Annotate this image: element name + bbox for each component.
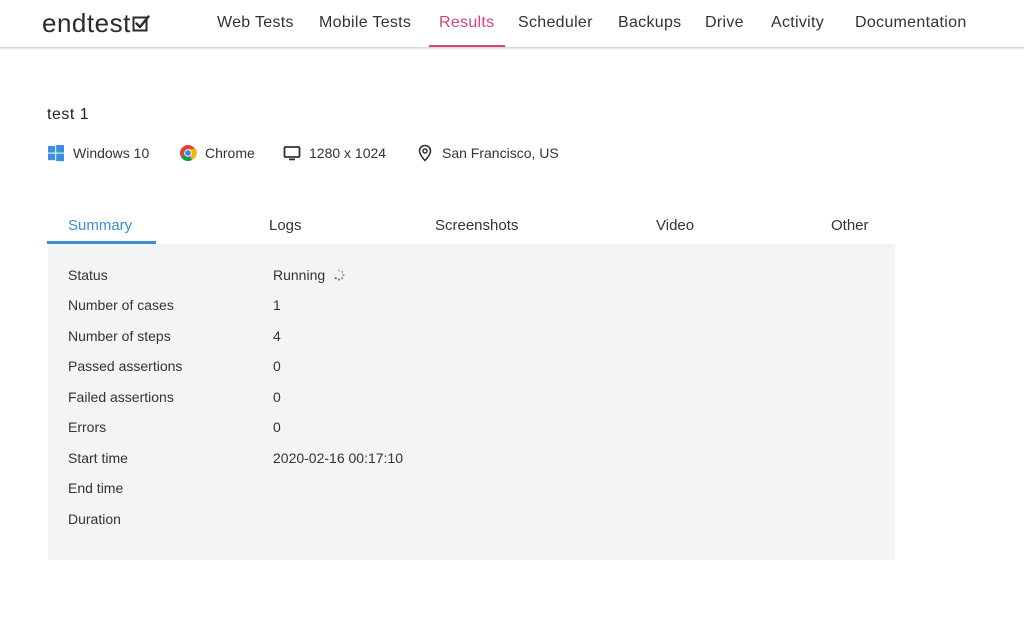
summary-key: Errors	[68, 419, 107, 435]
summary-panel: Status Running Number of cases 1 Number …	[48, 244, 895, 560]
windows-icon	[48, 145, 64, 162]
summary-value: 2020-02-16 00:17:10	[273, 450, 403, 466]
summary-value: 1	[273, 297, 281, 313]
endtest-logo[interactable]: endtest	[42, 8, 150, 38]
nav-drive[interactable]: Drive	[705, 14, 744, 32]
tab-summary[interactable]: Summary	[68, 217, 132, 234]
summary-row-status: Status Running	[48, 267, 895, 287]
env-location-label: San Francisco, US	[442, 145, 559, 161]
summary-row-steps: Number of steps 4	[48, 328, 895, 348]
summary-key: Status	[68, 267, 108, 283]
summary-key: Number of steps	[68, 328, 171, 344]
nav-activity[interactable]: Activity	[771, 14, 824, 32]
summary-row-end-time: End time	[48, 480, 895, 500]
env-resolution-label: 1280 x 1024	[309, 145, 387, 161]
summary-row-errors: Errors 0	[48, 419, 895, 439]
nav-documentation[interactable]: Documentation	[855, 14, 967, 32]
env-location: San Francisco, US	[416, 144, 559, 162]
active-nav-indicator	[429, 45, 505, 47]
nav-backups[interactable]: Backups	[618, 14, 681, 32]
logo-checkbox-icon	[132, 15, 150, 32]
tab-screenshots[interactable]: Screenshots	[435, 217, 518, 234]
summary-key: Duration	[68, 511, 121, 527]
monitor-icon	[283, 146, 301, 161]
summary-value: Running	[273, 267, 345, 283]
summary-value: 4	[273, 328, 281, 344]
loading-spinner-icon	[333, 269, 345, 281]
test-title: test 1	[47, 106, 90, 123]
chrome-icon	[180, 145, 197, 161]
summary-key: Number of cases	[68, 297, 174, 313]
summary-row-failed-assertions: Failed assertions 0	[48, 389, 895, 409]
summary-key: Failed assertions	[68, 389, 174, 405]
logo-text: endtest	[42, 7, 131, 38]
tab-logs[interactable]: Logs	[269, 217, 302, 234]
summary-row-passed-assertions: Passed assertions 0	[48, 358, 895, 378]
env-os: Windows 10	[47, 144, 149, 162]
nav-mobile-tests[interactable]: Mobile Tests	[319, 14, 411, 32]
env-resolution: 1280 x 1024	[283, 144, 386, 162]
nav-scheduler[interactable]: Scheduler	[518, 14, 593, 32]
status-value: Running	[273, 267, 326, 283]
nav-results[interactable]: Results	[439, 14, 494, 32]
summary-value: 0	[273, 419, 281, 435]
env-os-label: Windows 10	[73, 145, 150, 161]
summary-key: Start time	[68, 450, 128, 466]
nav-web-tests[interactable]: Web Tests	[217, 14, 294, 32]
env-browser: Chrome	[179, 144, 255, 162]
env-browser-label: Chrome	[205, 145, 255, 161]
summary-row-cases: Number of cases 1	[48, 297, 895, 317]
tab-video[interactable]: Video	[656, 217, 694, 234]
summary-row-duration: Duration	[48, 511, 895, 531]
summary-value: 0	[273, 389, 281, 405]
tab-other[interactable]: Other	[831, 217, 869, 234]
location-pin-icon	[418, 144, 432, 162]
summary-value: 0	[273, 358, 281, 374]
top-navigation-bar: endtest Web Tests Mobile Tests Results S…	[0, 0, 1024, 48]
result-tabs: Summary Logs Screenshots Video Other	[47, 212, 895, 244]
summary-key: Passed assertions	[68, 358, 183, 374]
summary-row-start-time: Start time 2020-02-16 00:17:10	[48, 450, 895, 470]
summary-key: End time	[68, 480, 124, 496]
